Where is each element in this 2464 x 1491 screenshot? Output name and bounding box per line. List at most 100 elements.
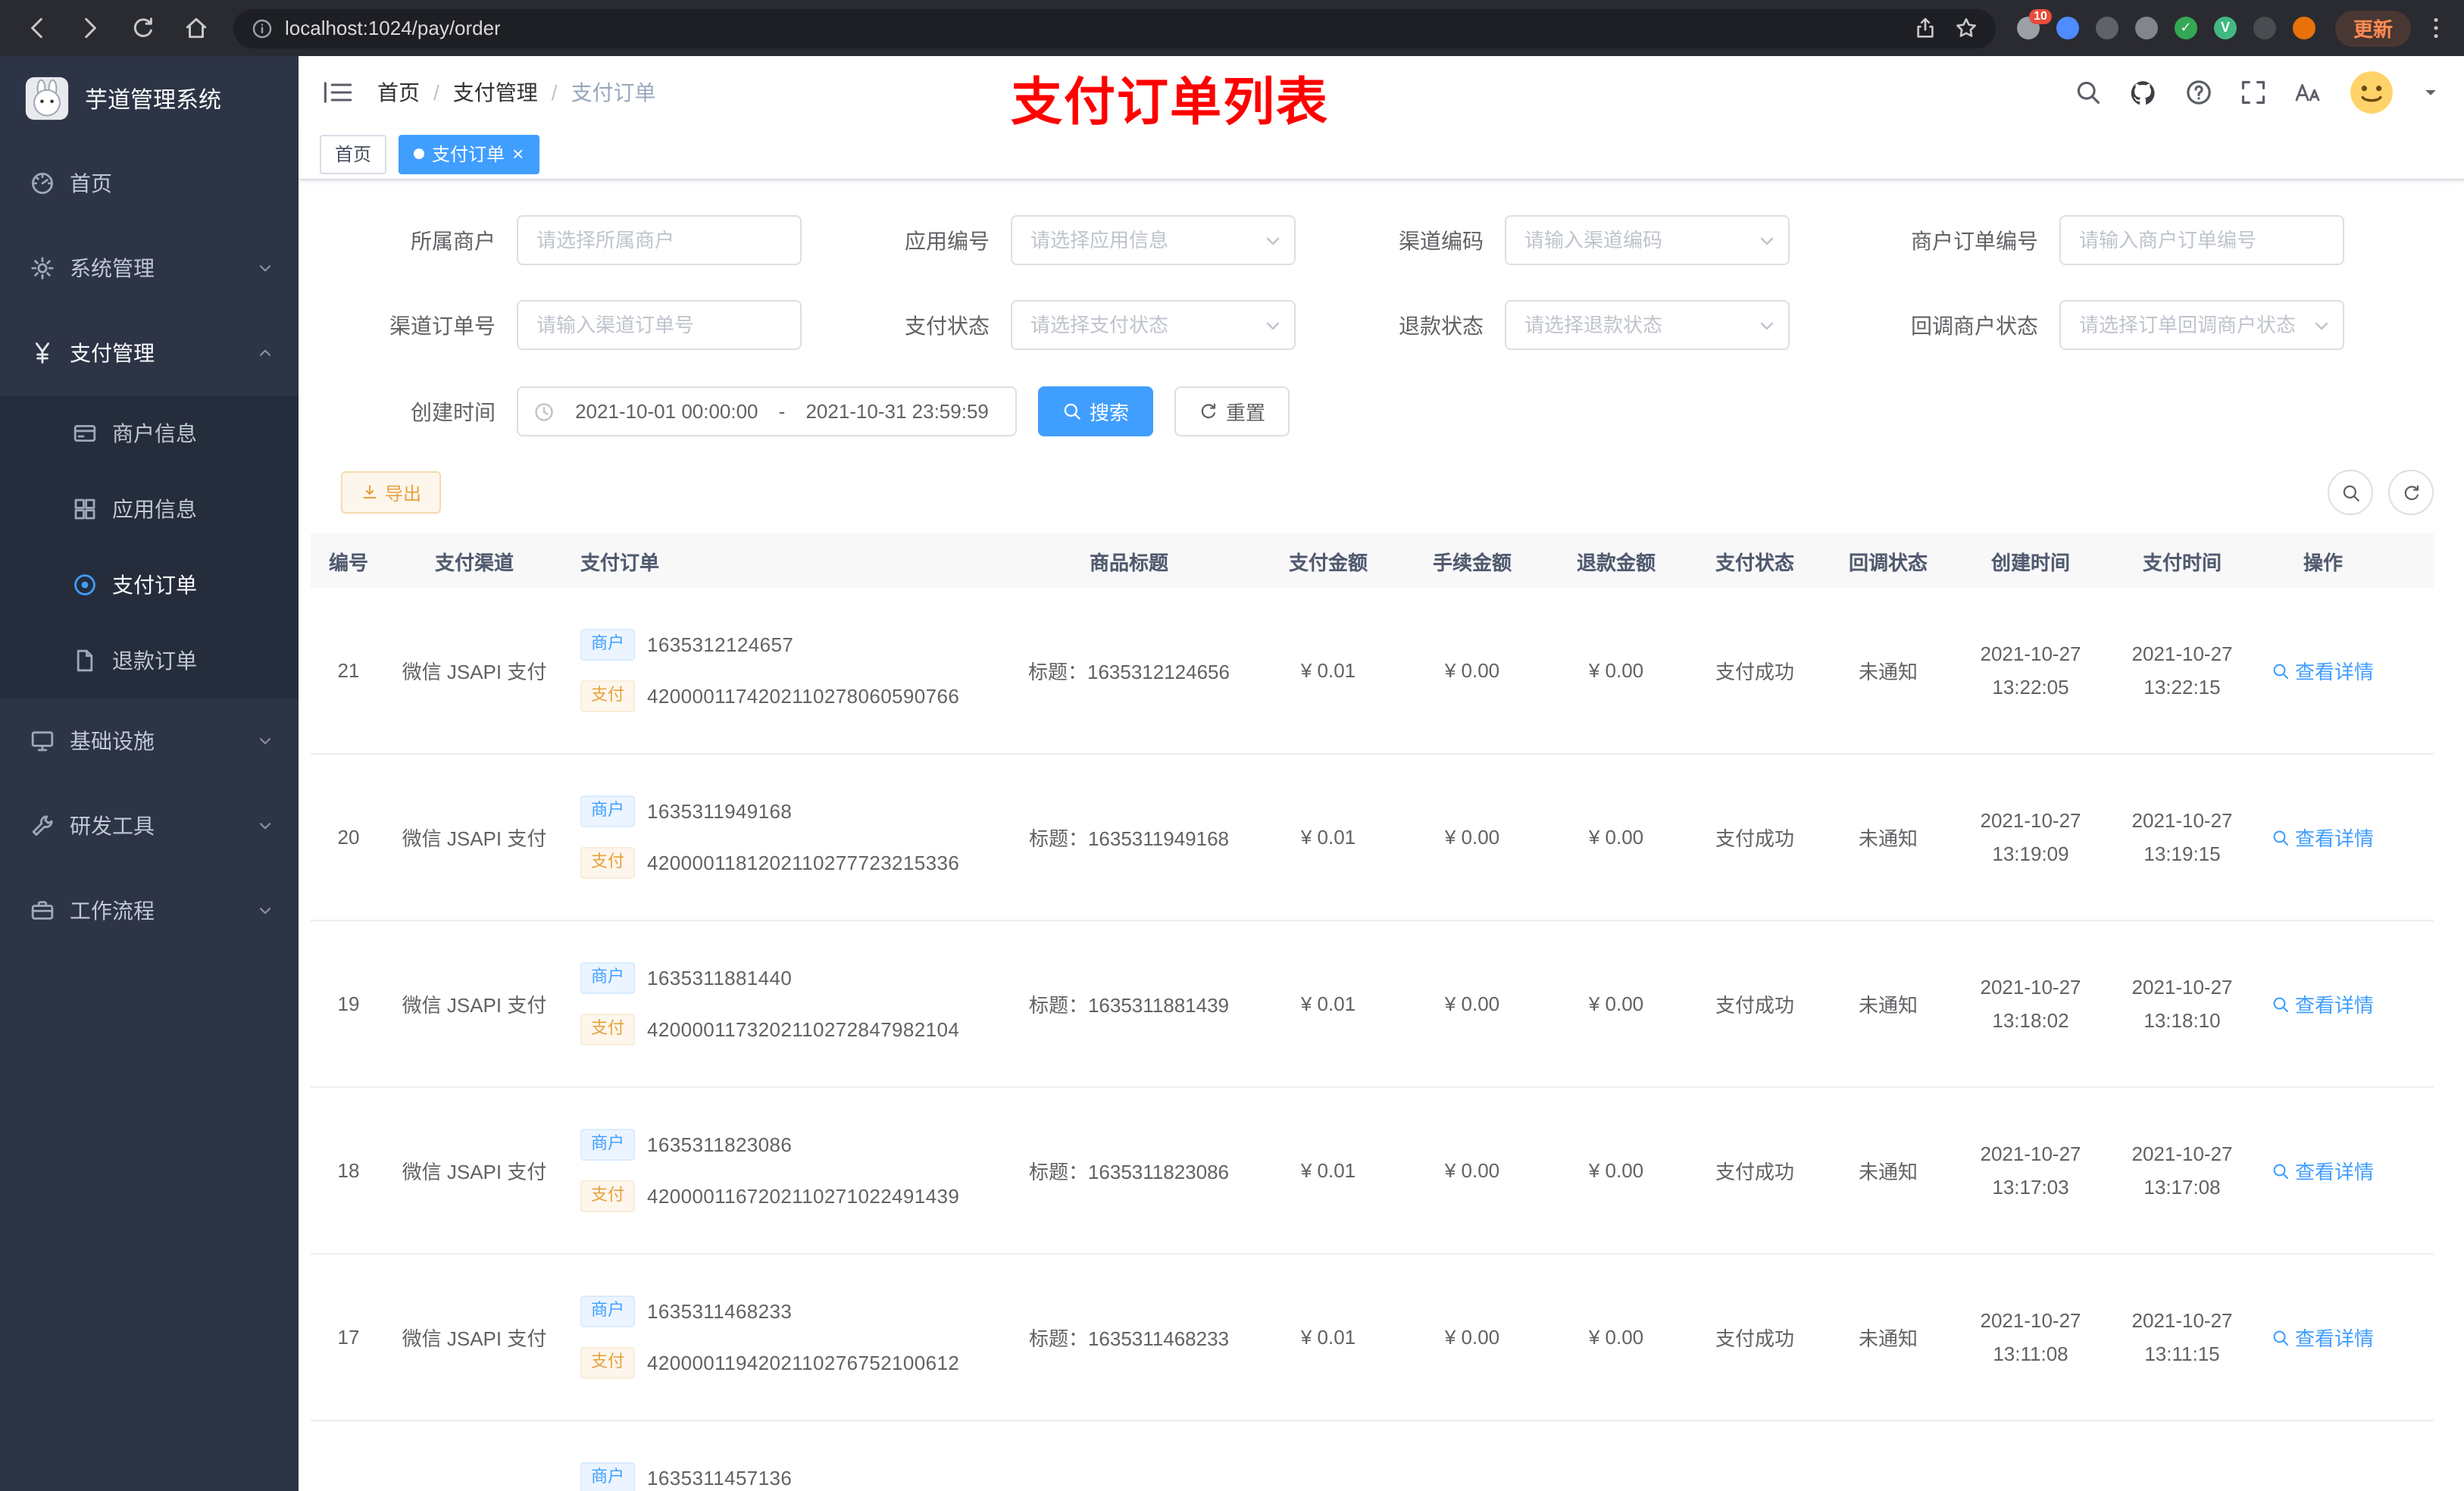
- cell-created-time: 2021-10-27 13:18:02: [1980, 976, 2081, 1031]
- sidebar-item[interactable]: 商户信息: [0, 395, 299, 471]
- filter-input-field[interactable]: [2059, 300, 2344, 350]
- site-info-icon[interactable]: [252, 17, 273, 39]
- filter-input[interactable]: [2059, 215, 2344, 265]
- sidebar-item-label: 研发工具: [70, 814, 155, 838]
- help-icon[interactable]: [2185, 79, 2212, 106]
- view-tab[interactable]: 支付订单: [399, 134, 539, 173]
- refresh-table-button[interactable]: [2388, 470, 2434, 515]
- pay-tag: 支付: [580, 847, 635, 879]
- merchant-tag: 商户: [580, 1462, 635, 1491]
- browser-update-button[interactable]: 更新: [2334, 10, 2411, 46]
- refresh-icon: [2401, 483, 2421, 502]
- tab-label: 首页: [335, 144, 372, 165]
- search-button[interactable]: 搜索: [1038, 386, 1154, 436]
- toggle-search-button[interactable]: [2328, 470, 2373, 515]
- sidebar-item[interactable]: 退款订单: [0, 623, 299, 699]
- cell-status: 支付成功: [1715, 1161, 1794, 1183]
- view-detail-link[interactable]: 查看详情: [2272, 1156, 2374, 1185]
- sidebar-menu: 首页 系统管理 支付管理 商户信息 应用信息 支付订单 退款订单 基础设施 研发…: [0, 141, 299, 953]
- merchant-tag: 商户: [580, 962, 635, 994]
- filter-input-field[interactable]: [1011, 300, 1296, 350]
- column-header: 编号: [328, 551, 368, 574]
- cell-action: 查看详情: [2258, 1323, 2388, 1352]
- filter-input[interactable]: [1505, 215, 1790, 265]
- view-tab[interactable]: 首页: [320, 134, 387, 173]
- filter-input[interactable]: [1011, 300, 1296, 350]
- cell-channel: 微信 JSAPI 支付: [402, 1161, 547, 1183]
- filter-input-field[interactable]: [1505, 215, 1790, 265]
- reset-button[interactable]: 重置: [1174, 386, 1290, 436]
- sidebar-item[interactable]: 系统管理: [0, 226, 299, 311]
- cell-pay-order: 商户 1635311457136 支付: [562, 1462, 1002, 1491]
- reload-icon[interactable]: [130, 15, 156, 41]
- extension-icon[interactable]: [2292, 16, 2317, 40]
- extension-icon[interactable]: [2253, 16, 2278, 40]
- view-detail-link[interactable]: 查看详情: [2272, 989, 2374, 1018]
- tool-icon: [30, 814, 55, 838]
- filter-input-field[interactable]: [1011, 215, 1296, 265]
- filter-input[interactable]: [2059, 300, 2344, 350]
- font-size-icon[interactable]: [2294, 79, 2322, 106]
- filter-input-field[interactable]: [517, 300, 802, 350]
- export-button[interactable]: 导出: [341, 471, 442, 514]
- view-detail-link[interactable]: 查看详情: [2272, 1323, 2374, 1352]
- breadcrumb-item[interactable]: 首页: [377, 77, 420, 108]
- filter-input-field[interactable]: [2059, 215, 2344, 265]
- url-bar[interactable]: localhost:1024/pay/order: [233, 8, 1996, 48]
- view-detail-link[interactable]: 查看详情: [2272, 823, 2374, 852]
- sidebar-item[interactable]: 工作流程: [0, 868, 299, 953]
- user-avatar[interactable]: [2349, 70, 2394, 115]
- back-icon[interactable]: [24, 15, 50, 41]
- sidebar-item[interactable]: 基础设施: [0, 699, 299, 783]
- home-icon[interactable]: [183, 15, 209, 41]
- filter-input-field[interactable]: [1505, 300, 1790, 350]
- sidebar-item[interactable]: 支付订单: [0, 547, 299, 623]
- forward-icon[interactable]: [77, 15, 103, 41]
- sidebar-toggle-icon[interactable]: [323, 79, 353, 106]
- bookmark-star-icon[interactable]: [1955, 17, 1978, 39]
- breadcrumb-item[interactable]: 支付订单: [538, 77, 656, 108]
- extension-icon[interactable]: [2134, 16, 2159, 40]
- breadcrumb-item[interactable]: 支付管理: [420, 77, 538, 108]
- extension-icon[interactable]: ✓: [2174, 16, 2199, 40]
- chevron-down-icon[interactable]: [1262, 230, 1284, 251]
- extension-icon[interactable]: V: [2213, 16, 2238, 40]
- fullscreen-icon[interactable]: [2240, 79, 2267, 106]
- merchant-order-no: 1635311457136: [647, 1467, 793, 1489]
- cell-channel: 微信 JSAPI 支付: [402, 1327, 547, 1350]
- caret-down-icon[interactable]: [2422, 83, 2440, 102]
- extension-icon[interactable]: [2056, 16, 2081, 40]
- cell-pay-order: 商户 1635312124657 支付 42000011742021102780…: [562, 629, 1002, 712]
- chevron-down-icon[interactable]: [1756, 314, 1778, 336]
- cell-notify-status: 未通知: [1858, 827, 1918, 850]
- search-icon[interactable]: [2075, 79, 2102, 106]
- sidebar-item[interactable]: 研发工具: [0, 783, 299, 868]
- view-detail-link[interactable]: 查看详情: [2272, 656, 2374, 685]
- filter-label: 回调商户状态: [1911, 313, 2038, 337]
- chevron-down-icon[interactable]: [2311, 314, 2332, 336]
- chevron-down-icon[interactable]: [1756, 230, 1778, 251]
- date-start-value[interactable]: 2021-10-01 00:00:00: [564, 400, 770, 423]
- cell-channel: 微信 JSAPI 支付: [402, 994, 547, 1017]
- sidebar-item[interactable]: 首页: [0, 141, 299, 226]
- sidebar-item[interactable]: 支付管理: [0, 311, 299, 395]
- extension-icon[interactable]: 10: [2016, 8, 2052, 40]
- sidebar-item[interactable]: 应用信息: [0, 471, 299, 547]
- logo-avatar: [24, 76, 70, 121]
- date-range-input[interactable]: 2021-10-01 00:00:00 2021-10-31 23:59:59: [517, 386, 1017, 436]
- filter-input[interactable]: [1505, 300, 1790, 350]
- filter-input-field[interactable]: [517, 215, 802, 265]
- app-logo[interactable]: 芋道管理系统: [0, 56, 299, 141]
- merchant-order-no: 1635312124657: [647, 633, 794, 656]
- filter-input[interactable]: [517, 215, 802, 265]
- github-icon[interactable]: [2129, 78, 2158, 107]
- extension-icon[interactable]: [2095, 16, 2120, 40]
- filter-input[interactable]: [517, 300, 802, 350]
- share-icon[interactable]: [1914, 17, 1937, 39]
- filter-input[interactable]: [1011, 215, 1296, 265]
- browser-menu-icon[interactable]: [2423, 15, 2449, 41]
- column-header: 支付状态: [1715, 551, 1794, 574]
- chevron-down-icon[interactable]: [1262, 314, 1284, 336]
- date-end-value[interactable]: 2021-10-31 23:59:59: [794, 400, 1000, 423]
- tab-close-icon[interactable]: [512, 144, 524, 164]
